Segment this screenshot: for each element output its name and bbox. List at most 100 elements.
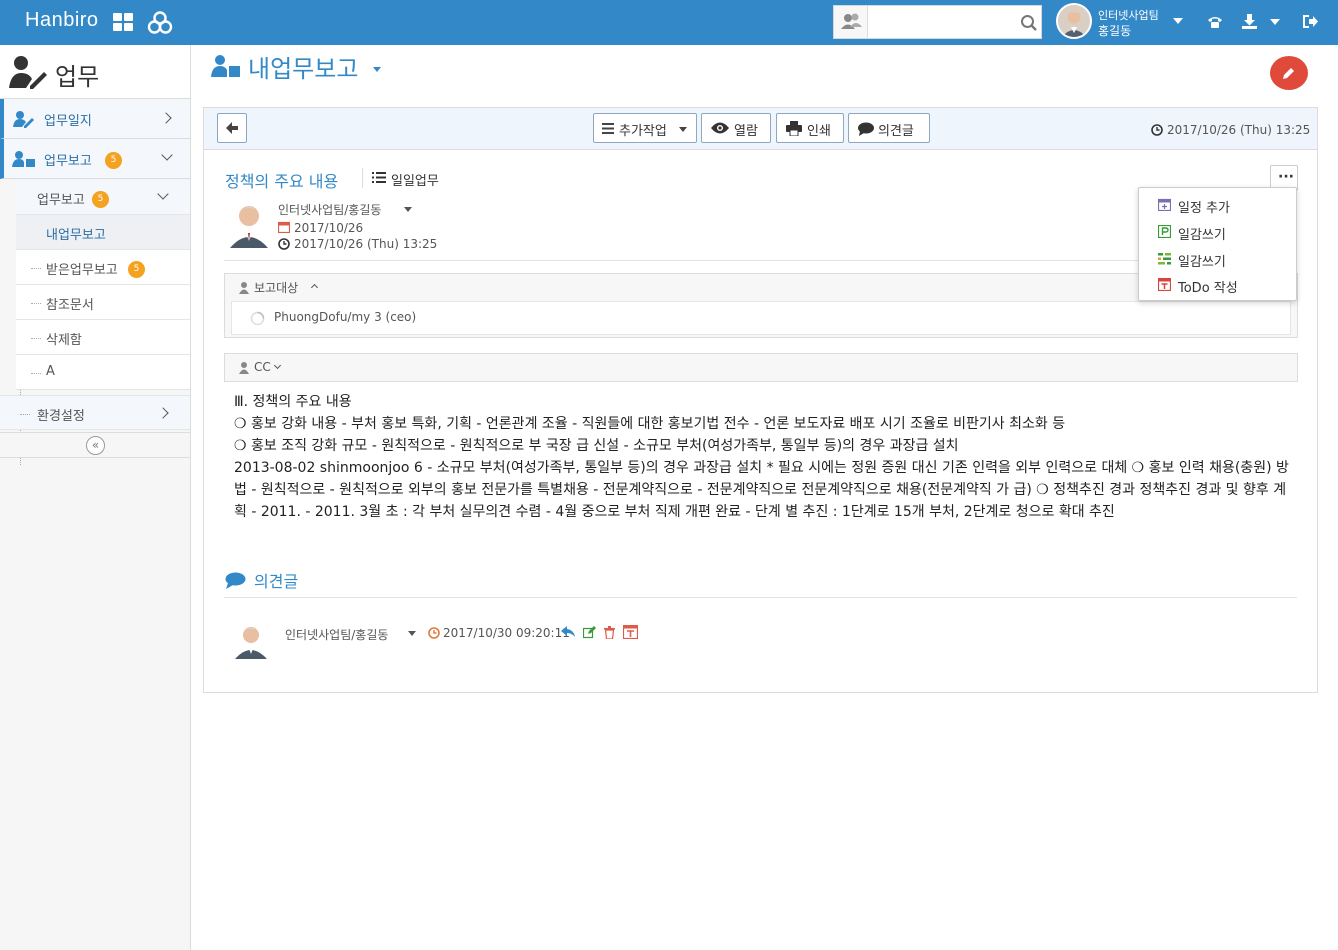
clock-icon	[428, 627, 440, 639]
work-report-icon	[12, 151, 35, 167]
user-name[interactable]: 홍길동	[1098, 22, 1131, 39]
comment-label: 의견글	[878, 124, 914, 139]
apps-grid-icon[interactable]	[113, 13, 135, 33]
divider	[224, 597, 1297, 598]
comment-author-caret-icon[interactable]	[408, 631, 416, 636]
sidebar-collapse-bar: «	[0, 432, 190, 458]
body-paragraph: 2013-08-02 shinmoonjoo 6 - 소규모 부처(여성가족부,…	[234, 460, 1289, 520]
sidebar-subitem-label: 업무보고	[37, 193, 85, 208]
page-title: 내업무보고	[248, 55, 359, 83]
clock-icon	[1151, 124, 1163, 136]
report-date: 2017/10/26	[294, 221, 364, 235]
comment-author[interactable]: 인터넷사업팀/홍길동	[285, 626, 388, 643]
sidebar-header: 업무	[0, 45, 190, 99]
report-target-label[interactable]: 보고대상	[254, 279, 298, 296]
delete-comment-icon[interactable]	[604, 626, 615, 639]
ellipsis-icon: ···	[1278, 169, 1294, 185]
user-menu-caret-icon[interactable]	[1173, 18, 1183, 24]
download-icon[interactable]	[1241, 13, 1258, 30]
sidebar-subitem-trash[interactable]: 삭제함	[16, 320, 190, 355]
more-options-menu: 일정 추가 일감쓰기 일감쓰기 ToDo 작성	[1138, 187, 1297, 301]
people-search-icon[interactable]	[834, 6, 868, 38]
sidebar-subitem-label: A	[46, 364, 55, 379]
cc-label[interactable]: CC	[254, 360, 271, 374]
sidebar-item-label: 업무일지	[44, 114, 92, 129]
comment-button[interactable]: 의견글	[848, 113, 930, 143]
gantt-icon	[1158, 253, 1171, 265]
menu-lines-icon	[602, 123, 614, 134]
menu-item-write-task-gantt[interactable]: 일감쓰기	[1139, 246, 1296, 272]
sidebar-subitem-a[interactable]: A	[16, 355, 190, 390]
sidebar-subitem-my-report[interactable]: 내업무보고	[16, 215, 190, 250]
user-avatar[interactable]	[1056, 3, 1092, 39]
sidebar-subitem-label: 환경설정	[37, 409, 85, 424]
sidebar: 업무 업무일지 업무보고 5 업무보고 5 내업무보고 받은업무보고 5 참조문…	[0, 45, 191, 950]
menu-item-add-schedule[interactable]: 일정 추가	[1139, 192, 1296, 218]
page-title-caret-icon[interactable]	[373, 67, 381, 72]
report-target-list: PhuongDofu/my 3 (ceo)	[231, 301, 1291, 335]
document-body: Ⅲ. 정책의 주요 내용 ❍ 홍보 강화 내용 - 부처 홍보 특화, 기획 -…	[234, 391, 1294, 523]
document-title: 정책의 주요 내용	[225, 172, 339, 191]
caret-down-icon	[679, 127, 687, 132]
edit-comment-icon[interactable]	[583, 626, 596, 639]
count-badge: 5	[105, 152, 122, 169]
sidebar-subitem-work-report[interactable]: 업무보고 5	[16, 180, 190, 215]
sidebar-subitem-label: 내업무보고	[46, 228, 106, 243]
clock-icon	[278, 238, 290, 250]
print-button[interactable]: 인쇄	[776, 113, 844, 143]
comment-icon	[858, 122, 874, 136]
user-icon	[239, 362, 249, 374]
menu-item-label: ToDo 작성	[1178, 281, 1238, 296]
sidebar-subitem-settings[interactable]: 환경설정	[0, 395, 190, 430]
todo-icon[interactable]	[623, 625, 638, 639]
report-target-user[interactable]: PhuongDofu/my 3 (ceo)	[274, 310, 416, 324]
menu-item-label: 일감쓰기	[1178, 255, 1226, 270]
calendar-icon	[278, 221, 290, 233]
print-label: 인쇄	[807, 124, 831, 139]
reply-icon[interactable]	[561, 626, 575, 638]
add-task-label: 추가작업	[619, 124, 667, 139]
author-avatar[interactable]	[228, 200, 270, 248]
menu-item-write-task[interactable]: 일감쓰기	[1139, 219, 1296, 245]
todo-icon	[1158, 278, 1171, 291]
pencil-icon	[1283, 68, 1294, 79]
printer-icon	[786, 121, 802, 136]
sidebar-item-work-log[interactable]: 업무일지	[0, 99, 190, 139]
edit-button[interactable]	[1270, 56, 1308, 90]
search-input[interactable]	[869, 6, 1014, 38]
logout-icon[interactable]	[1301, 13, 1318, 30]
view-label: 열람	[734, 124, 758, 139]
sidebar-subitem-received-report[interactable]: 받은업무보고 5	[16, 250, 190, 285]
top-bar: Hanbiro 인터넷사업팀 홍길동	[0, 0, 1338, 45]
phone-icon[interactable]	[1206, 14, 1224, 30]
created-datetime: 2017/10/26 (Thu) 13:25	[294, 237, 438, 251]
organization-icon[interactable]	[147, 10, 173, 36]
back-button[interactable]	[217, 113, 247, 143]
add-task-button[interactable]: 추가작업	[593, 113, 697, 143]
sidebar-title: 업무	[55, 63, 100, 91]
body-paragraph: ❍ 홍보 조직 강화 규모 - 원칙적으로 - 원칙적으로 부 국장 급 신설 …	[234, 438, 959, 454]
author-name[interactable]: 인터넷사업팀/홍길동	[278, 201, 381, 218]
sidebar-item-label: 업무보고	[44, 154, 92, 169]
comments-title: 의견글	[254, 572, 299, 591]
author-caret-icon[interactable]	[404, 207, 412, 212]
chevron-down-icon[interactable]	[273, 361, 282, 370]
search-icon[interactable]	[1020, 14, 1038, 32]
title-divider	[362, 168, 363, 188]
collapse-sidebar-icon[interactable]: «	[86, 436, 105, 455]
cc-box: CC	[224, 353, 1298, 382]
chevron-up-icon[interactable]	[310, 283, 319, 292]
user-team[interactable]: 인터넷사업팀	[1098, 7, 1159, 23]
sidebar-subitem-reference[interactable]: 참조문서	[16, 285, 190, 320]
comment-author-avatar[interactable]	[234, 623, 268, 659]
arrow-left-icon	[226, 122, 238, 134]
view-button[interactable]: 열람	[701, 113, 771, 143]
download-caret-icon[interactable]	[1270, 19, 1280, 25]
brand-logo[interactable]: Hanbiro	[25, 9, 99, 32]
work-user-icon	[9, 56, 47, 89]
report-toolbar: 추가작업 열람 인쇄 의견글 2017/10/26 (Thu) 13:25	[204, 108, 1317, 150]
chevron-right-icon	[160, 112, 172, 124]
sidebar-item-work-report[interactable]: 업무보고 5	[0, 139, 190, 179]
menu-item-write-todo[interactable]: ToDo 작성	[1139, 272, 1296, 298]
count-badge: 5	[128, 261, 145, 278]
